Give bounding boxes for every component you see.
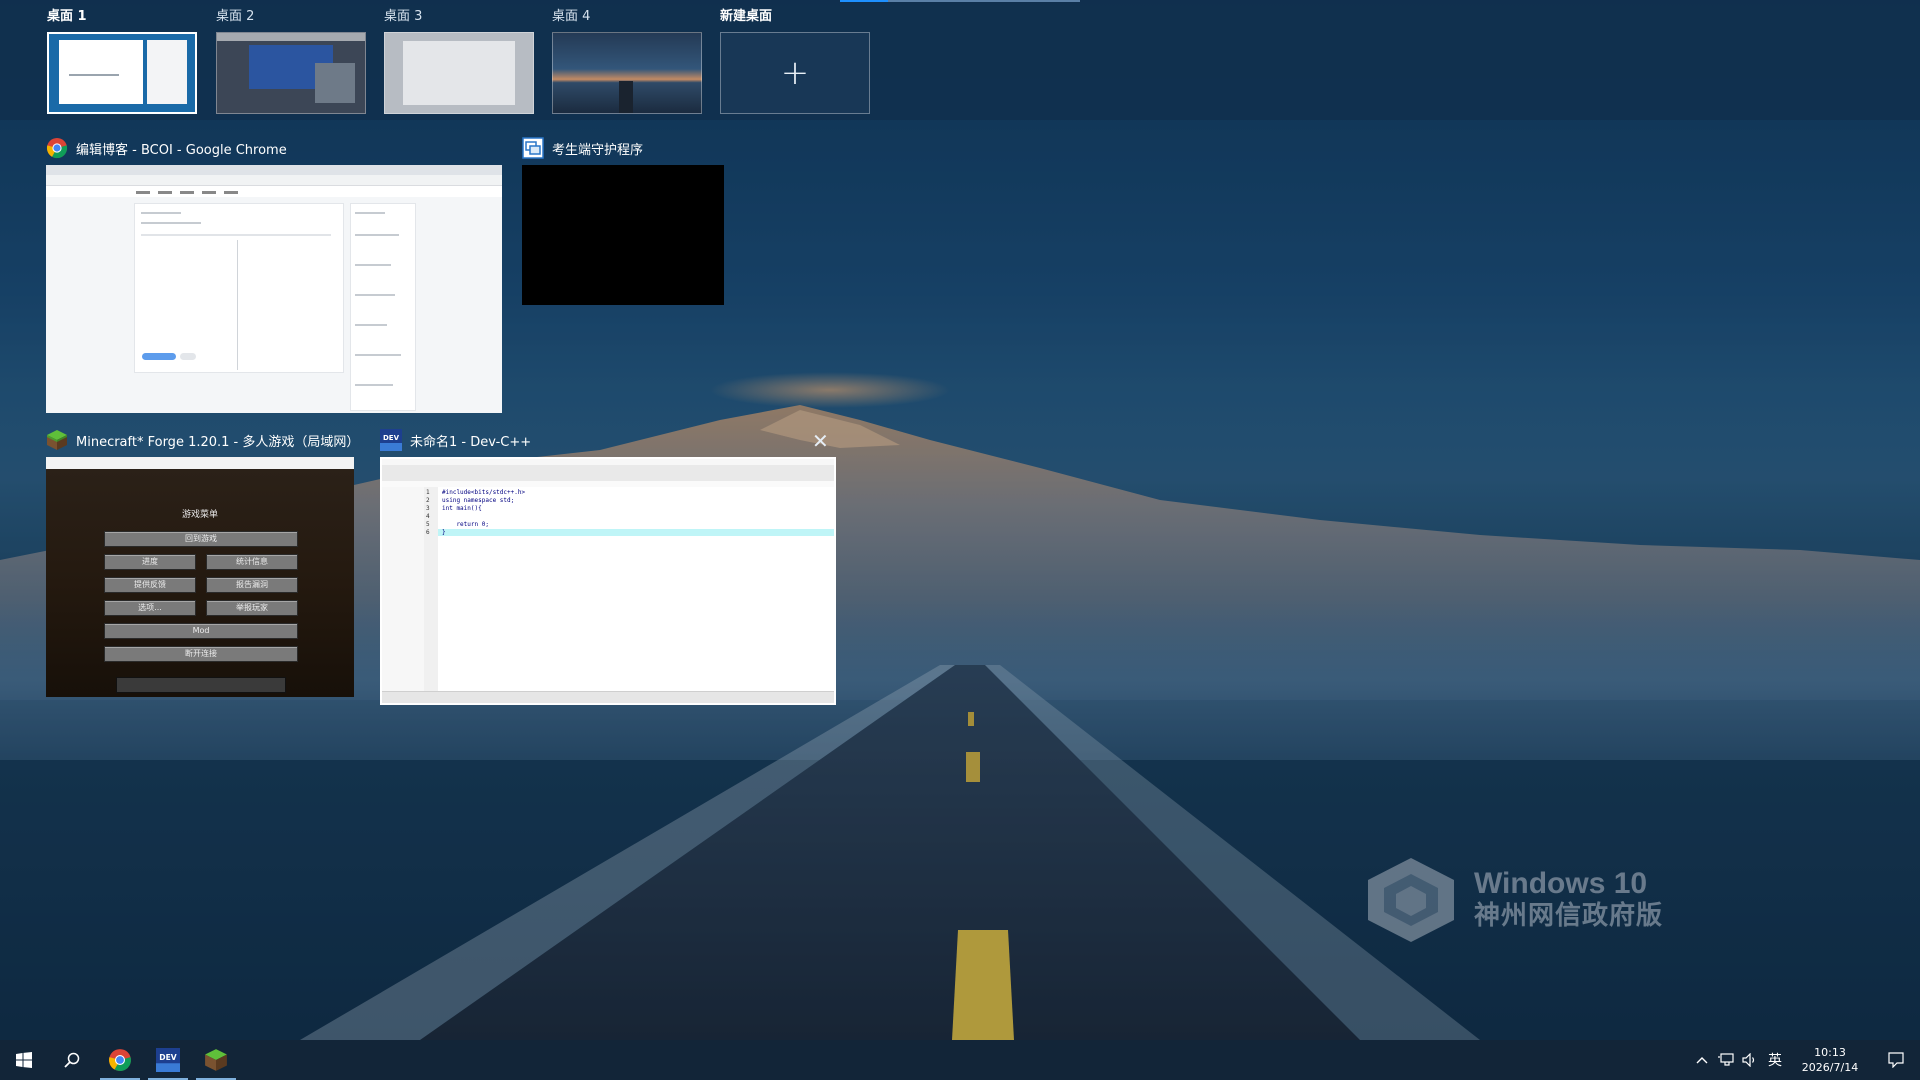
exam-guard-window-title: 考生端守护程序 — [552, 142, 644, 158]
plus-icon: + — [780, 53, 810, 93]
exam-guard-window-preview[interactable] — [522, 165, 724, 305]
desktop-2[interactable]: 桌面 2 — [216, 8, 368, 114]
window-card-chrome[interactable]: 编辑博客 - BCOI - Google Chrome — [46, 135, 502, 413]
start-button[interactable] — [0, 1040, 48, 1080]
minecraft-window-preview[interactable]: 游戏菜单 回到游戏 进度 统计信息 提供反馈 报告漏洞 选项... 举报玩家 M… — [46, 457, 354, 697]
mc-mods-button: Mod — [104, 623, 298, 639]
mc-hotbar — [116, 677, 286, 693]
desktop-4-label: 桌面 4 — [552, 9, 591, 24]
network-icon — [1718, 1053, 1734, 1066]
desktop-3-thumbnail[interactable] — [384, 32, 534, 114]
minecraft-window-title: Minecraft* Forge 1.20.1 - 多人游戏（局域网） — [76, 434, 360, 450]
minecraft-icon — [46, 429, 68, 451]
devcpp-window-title: 未命名1 - Dev-C++ — [410, 434, 532, 450]
window-card-minecraft[interactable]: Minecraft* Forge 1.20.1 - 多人游戏（局域网） 游戏菜单… — [46, 427, 359, 697]
desktop-3-label: 桌面 3 — [384, 9, 423, 24]
system-tray: 英 10:13 2026/7/14 — [1690, 1040, 1920, 1080]
new-desktop[interactable]: 新建桌面 + — [720, 8, 872, 114]
chrome-window-preview[interactable] — [46, 165, 502, 413]
action-center-button[interactable] — [1872, 1040, 1920, 1080]
svg-text:DEV: DEV — [383, 434, 400, 442]
devcpp-window-preview[interactable]: 1 #include<bits/stdc++.h> 2 using namesp… — [380, 457, 836, 705]
code-line: int main(){ — [442, 505, 482, 512]
desktop-1-thumbnail[interactable] — [47, 32, 197, 114]
line-number: 5 — [426, 521, 430, 528]
line-number: 4 — [426, 513, 430, 520]
mc-menu-title: 游戏菜单 — [181, 510, 218, 520]
taskbar: DEV 英 10:13 2026/7/14 — [0, 1040, 1920, 1080]
clock[interactable]: 10:13 2026/7/14 — [1788, 1040, 1872, 1080]
mc-back-button: 回到游戏 — [104, 531, 298, 547]
desktop-4[interactable]: 桌面 4 — [552, 8, 704, 114]
close-window-icon[interactable]: ✕ — [812, 431, 829, 451]
desktop-1-label: 桌面 1 — [47, 9, 87, 24]
speaker-icon — [1742, 1053, 1755, 1067]
mc-advancements-button: 进度 — [104, 554, 196, 570]
window-card-exam-guard[interactable]: 考生端守护程序 — [522, 135, 724, 305]
chevron-up-icon — [1696, 1057, 1708, 1064]
virtual-desktop-strip: 桌面 1 桌面 2 桌面 3 桌面 4 新建桌面 + — [0, 0, 1920, 120]
code-line: #include<bits/stdc++.h> — [442, 489, 526, 496]
devcpp-icon: DEV — [380, 429, 402, 451]
code-line: return 0; — [442, 521, 489, 528]
notification-icon — [1888, 1052, 1904, 1068]
chrome-icon — [109, 1049, 131, 1071]
mc-statistics-button: 统计信息 — [206, 554, 298, 570]
mc-options-button: 选项... — [104, 600, 196, 616]
line-number: 3 — [426, 505, 430, 512]
desktop-2-thumbnail[interactable] — [216, 32, 366, 114]
desktop-4-thumbnail[interactable] — [552, 32, 702, 114]
volume-button[interactable] — [1738, 1040, 1762, 1080]
desktop-3[interactable]: 桌面 3 — [384, 8, 536, 114]
line-number: 2 — [426, 497, 430, 504]
clock-date: 2026/7/14 — [1801, 1061, 1859, 1074]
new-desktop-label: 新建桌面 — [720, 9, 773, 24]
start-icon — [16, 1052, 32, 1068]
line-number: 1 — [426, 489, 430, 496]
taskbar-chrome[interactable] — [96, 1040, 144, 1080]
desktop-1[interactable]: 桌面 1 — [47, 8, 199, 114]
chrome-window-title: 编辑博客 - BCOI - Google Chrome — [76, 142, 287, 158]
mc-feedback-button: 提供反馈 — [104, 577, 196, 593]
mc-report-bugs-button: 报告漏洞 — [206, 577, 298, 593]
chrome-icon — [46, 137, 68, 159]
desktop-2-label: 桌面 2 — [216, 9, 255, 24]
taskbar-devcpp[interactable]: DEV — [144, 1040, 192, 1080]
show-hidden-icons-button[interactable] — [1690, 1040, 1714, 1080]
line-number: 6 — [426, 529, 430, 536]
code-line: } — [442, 529, 446, 536]
strip-scrollbar-thumb[interactable] — [840, 0, 888, 2]
mc-player-reporting-button: 举报玩家 — [206, 600, 298, 616]
devcpp-icon: DEV — [156, 1048, 180, 1072]
input-method-indicator[interactable]: 英 — [1762, 1040, 1788, 1080]
svg-text:DEV: DEV — [159, 1053, 177, 1062]
new-desktop-button[interactable]: + — [720, 32, 870, 114]
exam-guard-icon — [522, 137, 544, 159]
search-button[interactable] — [48, 1040, 96, 1080]
search-icon — [64, 1052, 80, 1068]
clock-time: 10:13 — [1814, 1046, 1846, 1059]
code-line: using namespace std; — [442, 497, 515, 504]
window-card-devcpp[interactable]: DEV 未命名1 - Dev-C++ ✕ 1 #include<bits/std… — [380, 427, 836, 705]
mc-disconnect-button: 断开连接 — [104, 646, 298, 662]
minecraft-icon — [205, 1049, 227, 1071]
network-button[interactable] — [1714, 1040, 1738, 1080]
taskbar-minecraft[interactable] — [192, 1040, 240, 1080]
